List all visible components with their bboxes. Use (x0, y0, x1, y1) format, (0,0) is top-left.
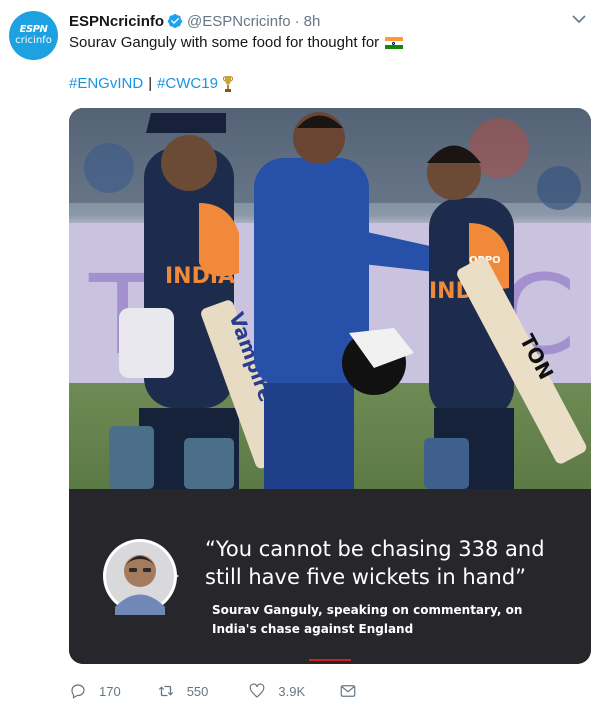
heart-icon (250, 683, 265, 698)
timestamp[interactable]: 8h (304, 13, 321, 30)
trophy-icon (222, 76, 233, 92)
hashtag-separator: | (148, 75, 153, 92)
reply-count: 170 (99, 683, 121, 699)
direct-message-button[interactable] (339, 682, 357, 700)
ganguly-avatar (103, 539, 179, 615)
hashtag-engvind[interactable]: #ENGvIND (69, 74, 143, 94)
like-button[interactable]: 3.9K (248, 682, 305, 700)
tweet-header: ESPNcricinfo @ESPNcricinfo · 8h (69, 11, 320, 31)
accent-line (309, 659, 351, 661)
author-name[interactable]: ESPNcricinfo (69, 13, 164, 30)
author-handle[interactable]: @ESPNcricinfo (187, 13, 291, 30)
jersey-text-left: INDIA (165, 264, 235, 289)
like-count: 3.9K (278, 683, 306, 699)
chevron-down-icon[interactable] (572, 14, 586, 24)
avatar-logo-subtext: cricinfo (15, 35, 52, 46)
quote-panel: “You cannot be chasing 338 and still hav… (69, 489, 591, 664)
header-separator: · (294, 12, 300, 30)
retweet-count: 550 (186, 683, 209, 699)
envelope-icon (340, 685, 356, 697)
avatar-logo-text: ESPN (19, 24, 48, 35)
tweet-body: Sourav Ganguly with some food for though… (69, 34, 380, 51)
quote-text: “You cannot be chasing 338 and still hav… (205, 537, 545, 589)
tweet-text: Sourav Ganguly with some food for though… (69, 33, 404, 53)
players-photo[interactable]: TC C INDIA Vampire (69, 108, 591, 489)
verified-badge-icon (168, 14, 183, 28)
retweet-icon (158, 685, 173, 697)
quote-attribution: Sourav Ganguly, speaking on commentary, … (212, 603, 523, 636)
hashtag-cwc19[interactable]: #CWC19 (157, 74, 218, 94)
reply-icon (71, 684, 85, 699)
author-avatar[interactable]: ESPN cricinfo (9, 11, 58, 60)
reply-button[interactable]: 170 (69, 682, 121, 700)
tweet-actions: 170 550 3.9K (69, 680, 357, 702)
india-flag-icon (385, 36, 404, 50)
retweet-button[interactable]: 550 (157, 682, 209, 700)
hashtag-line: #ENGvIND | #CWC19 (69, 74, 234, 94)
media-card[interactable]: TC C INDIA Vampire (69, 108, 591, 664)
